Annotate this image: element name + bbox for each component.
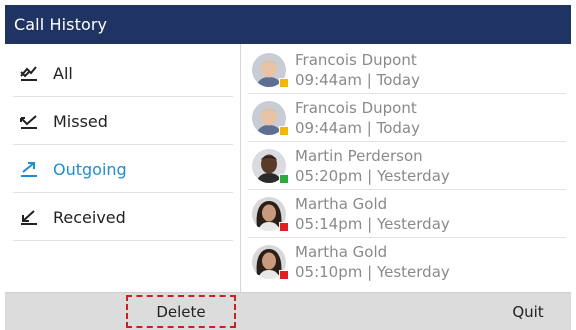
call-history-screen: Call History All Missed Outgoing Receive…	[0, 0, 576, 330]
quit-softkey-label: Quit	[512, 302, 544, 321]
call-time: 05:20pm | Yesterday	[295, 166, 450, 185]
call-time: 09:44am | Today	[295, 70, 421, 89]
caller-name: Francois Dupont	[295, 98, 417, 117]
softkey-bar: Delete Quit	[5, 292, 571, 330]
call-time: 05:10pm | Yesterday	[295, 263, 450, 281]
caller-name: Martha Gold	[295, 243, 388, 261]
outgoing-call-icon	[17, 159, 41, 179]
call-list-item[interactable]: Martin Perderson 05:20pm | Yesterday	[248, 142, 566, 190]
all-calls-icon	[17, 63, 41, 83]
sidebar-item-label: Outgoing	[53, 159, 127, 179]
quit-softkey[interactable]: Quit	[485, 293, 571, 330]
sidebar-item-received[interactable]: Received	[13, 194, 233, 241]
presence-status-indicator	[279, 125, 289, 136]
man-gray-hair-avatar	[252, 100, 289, 136]
sidebar-item-label: Missed	[53, 111, 108, 131]
woman-dark-hair-avatar	[252, 245, 289, 280]
caller-name: Francois Dupont	[295, 50, 417, 69]
caller-name: Martin Perderson	[295, 146, 423, 165]
sidebar-item-label: All	[53, 63, 73, 83]
call-list: Francois Dupont 09:44am | Today Francois…	[242, 44, 571, 292]
delete-softkey-label: Delete	[156, 302, 206, 321]
presence-status-indicator	[279, 221, 289, 232]
call-list-item[interactable]: Martha Gold 05:10pm | Yesterday	[248, 238, 566, 286]
delete-softkey[interactable]: Delete	[126, 295, 236, 328]
missed-call-icon	[17, 111, 41, 131]
title-bar: Call History	[5, 5, 571, 44]
received-call-icon	[17, 207, 41, 227]
caller-name: Martha Gold	[295, 194, 388, 213]
man-dark-skin-avatar	[252, 148, 289, 184]
call-list-item[interactable]: Martha Gold 05:14pm | Yesterday	[248, 190, 566, 238]
sidebar-item-outgoing[interactable]: Outgoing	[13, 146, 233, 193]
call-list-item[interactable]: Francois Dupont 09:44am | Today	[248, 94, 566, 142]
presence-status-indicator	[279, 173, 289, 184]
call-time: 09:44am | Today	[295, 118, 421, 137]
call-list-item[interactable]: Francois Dupont 09:44am | Today	[248, 46, 566, 94]
presence-status-indicator	[279, 270, 289, 280]
screen-title: Call History	[14, 15, 108, 34]
call-time: 05:14pm | Yesterday	[295, 214, 450, 233]
sidebar-item-label: Received	[53, 207, 126, 227]
sidebar-item-missed[interactable]: Missed	[13, 98, 233, 145]
presence-status-indicator	[279, 77, 289, 88]
woman-dark-hair-avatar	[252, 196, 289, 232]
sidebar-item-all[interactable]: All	[13, 50, 233, 97]
man-gray-hair-avatar	[252, 52, 289, 88]
call-filter-sidebar: All Missed Outgoing Received	[5, 44, 241, 292]
